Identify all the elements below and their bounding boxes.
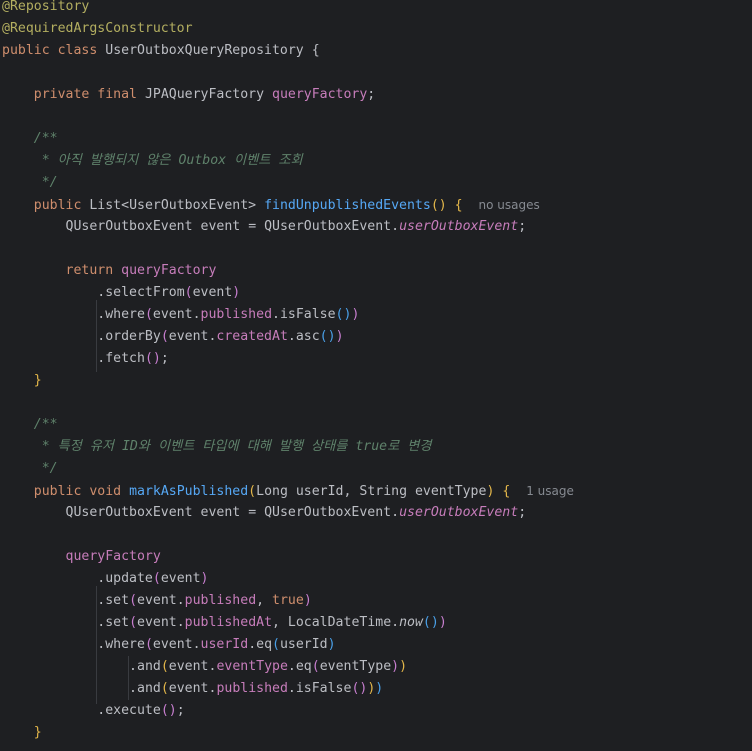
code-line: .set(event.publishedAt, LocalDateTime.no… [97,615,447,630]
code-line: } [33,725,42,740]
code-line: .set(event.published, true) [97,593,312,608]
keyword: public [33,484,82,499]
code-line: @Repository [2,0,89,18]
code-line: .orderBy(event.createdAt.asc()) [97,329,344,344]
code-line: .fetch(); [97,351,169,366]
code-line: public void markAsPublished(Long userId,… [33,484,574,499]
annotation: @Repository [2,0,90,14]
code-line: } [33,373,42,388]
code-editor[interactable]: @Repository @RequiredArgsConstructor pub… [0,0,752,751]
code-line: return queryFactory [65,263,217,278]
code-line: .where(event.userId.eq(userId) [97,637,336,652]
code-line: @RequiredArgsConstructor [2,18,193,40]
code-line: public List<UserOutboxEvent> findUnpubli… [33,198,540,213]
doc-comment: * 아직 발행되지 않은 Outbox 이벤트 조회 [33,153,303,168]
code-line: .update(event) [97,571,209,586]
usage-hint[interactable]: no usages [479,198,540,212]
doc-comment: */ [33,461,58,476]
keyword: class [57,43,98,58]
keyword: final [97,87,137,102]
annotation: @RequiredArgsConstructor [2,21,193,36]
code-line: * 아직 발행되지 않은 Outbox 이벤트 조회 [2,150,303,172]
code-line: .and(event.eventType.eq(eventType)) [129,659,408,674]
method-name[interactable]: findUnpublishedEvents [264,198,431,213]
code-line: /** [2,128,58,150]
keyword: return [65,263,114,278]
code-line: .where(event.published.isFalse()) [97,307,360,322]
doc-comment: /** [33,417,58,432]
code-line: */ [2,458,58,480]
keyword: public [2,43,50,58]
code-line: queryFactory [65,549,161,564]
code-line: .selectFrom(event) [97,285,241,300]
code-line: private final JPAQueryFactory queryFacto… [33,87,376,102]
field-name: queryFactory [272,87,368,102]
doc-comment: * 특정 유저 ID와 이벤트 타입에 대해 발행 상태를 true로 변경 [33,439,432,454]
method-name[interactable]: markAsPublished [129,484,248,499]
class-name: UserOutboxQueryRepository [105,43,304,58]
code-line: QUserOutboxEvent event = QUserOutboxEven… [65,505,527,520]
doc-comment: /** [33,131,58,146]
code-line: /** [2,414,58,436]
code-line: */ [2,172,58,194]
code-line: .and(event.published.isFalse())) [129,681,384,696]
code-line: QUserOutboxEvent event = QUserOutboxEven… [65,219,527,234]
code-line: .execute(); [97,703,185,718]
keyword: private [33,87,90,102]
type-name: JPAQueryFactory [144,87,265,102]
keyword: void [89,484,122,499]
code-line: public class UserOutboxQueryRepository { [2,43,320,58]
keyword: public [33,198,82,213]
usage-hint[interactable]: 1 usage [526,484,574,498]
doc-comment: */ [33,175,58,190]
code-line: * 특정 유저 ID와 이벤트 타입에 대해 발행 상태를 true로 변경 [2,436,432,458]
